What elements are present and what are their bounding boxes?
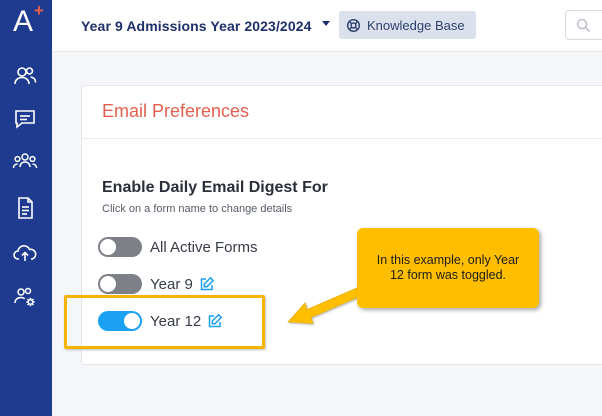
toggle-label[interactable]: All Active Forms xyxy=(150,239,258,256)
form-selector-label: Year 9 Admissions Year 2023/2024 xyxy=(81,18,312,34)
logo-letter: A xyxy=(13,5,34,38)
search-icon xyxy=(576,18,591,33)
section-subtitle: Click on a form name to change details xyxy=(102,203,293,215)
cloud-upload-icon[interactable] xyxy=(12,240,38,266)
section-title: Enable Daily Email Digest For xyxy=(102,179,328,196)
document-icon[interactable] xyxy=(12,195,38,221)
callout-note: In this example, only Year 12 form was t… xyxy=(357,228,539,308)
all-active-forms-toggle[interactable] xyxy=(98,237,142,257)
callout-text: In this example, only Year 12 form was t… xyxy=(376,253,520,282)
knowledge-base-label: Knowledge Base xyxy=(367,17,465,33)
toggle-knob xyxy=(100,276,116,292)
highlight-box xyxy=(64,295,265,349)
card-title: Email Preferences xyxy=(102,101,250,121)
toggle-label[interactable]: Year 9 xyxy=(150,276,193,293)
app-logo[interactable]: A + xyxy=(13,1,44,41)
toggle-row-all-active-forms: All Active Forms xyxy=(98,236,258,258)
people-icon[interactable] xyxy=(12,63,38,89)
top-bar: Year 9 Admissions Year 2023/2024 Knowled… xyxy=(52,0,602,52)
toggle-row-year-9: Year 9 xyxy=(98,273,215,295)
toggle-knob xyxy=(100,239,116,255)
year-9-toggle[interactable] xyxy=(98,274,142,294)
knowledge-base-button[interactable]: Knowledge Base xyxy=(339,11,476,39)
group-icon[interactable] xyxy=(12,149,38,175)
form-selector[interactable]: Year 9 Admissions Year 2023/2024 xyxy=(81,16,311,36)
card-header: Email Preferences xyxy=(82,86,602,139)
search-input[interactable] xyxy=(565,10,602,40)
sidebar: A + xyxy=(0,0,52,416)
edit-icon[interactable] xyxy=(199,276,215,292)
lifebuoy-icon xyxy=(346,18,361,32)
logo-plus: + xyxy=(34,1,44,20)
message-icon[interactable] xyxy=(12,106,38,132)
users-gear-icon[interactable] xyxy=(12,284,38,310)
chevron-down-icon[interactable] xyxy=(322,21,330,26)
